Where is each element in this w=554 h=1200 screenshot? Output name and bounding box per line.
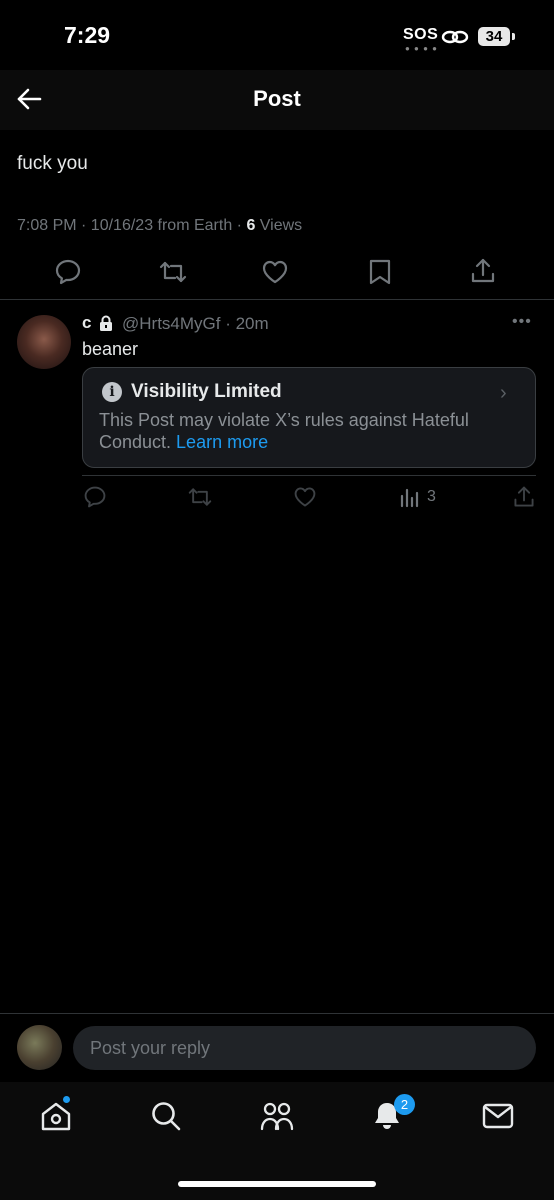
sos-indicator: SOS: [403, 26, 439, 43]
reply-avatar[interactable]: [17, 315, 71, 369]
views-icon[interactable]: [399, 484, 421, 508]
status-time: 7:29: [64, 22, 111, 48]
user-avatar[interactable]: [17, 1025, 62, 1070]
signal-dots: ● ● ● ●: [405, 44, 438, 53]
communities-icon[interactable]: [259, 1100, 295, 1132]
share-icon[interactable]: [512, 485, 536, 509]
notice-title: Visibility Limited: [131, 381, 282, 402]
chevron-right-icon: ›: [500, 382, 507, 404]
divider: [82, 475, 536, 476]
notifications-badge: 2: [394, 1094, 415, 1115]
satellite-icon: [441, 27, 469, 47]
learn-more-link[interactable]: Learn more: [176, 432, 268, 452]
reply-icon[interactable]: [83, 485, 107, 509]
home-notification-dot: [63, 1096, 70, 1103]
post-timestamp: 7:08 PM · 10/16/23 from Earth ·: [17, 217, 247, 234]
bookmark-icon[interactable]: [367, 258, 393, 286]
divider: [0, 299, 554, 300]
messages-mail-icon[interactable]: [482, 1102, 514, 1130]
search-icon[interactable]: [150, 1100, 182, 1132]
reply-author-name[interactable]: c: [82, 313, 91, 333]
lock-icon: [99, 315, 113, 331]
repost-icon[interactable]: [158, 258, 188, 286]
info-icon: i: [102, 382, 122, 402]
like-icon[interactable]: [261, 258, 289, 286]
home-indicator: [178, 1181, 376, 1187]
views-label: Views: [255, 217, 303, 234]
reply-input[interactable]: [73, 1026, 536, 1070]
battery-level: 34: [478, 27, 510, 46]
share-icon[interactable]: [469, 257, 497, 285]
post-meta: 7:08 PM · 10/16/23 from Earth · 6 Views: [17, 217, 302, 235]
page-title: Post: [253, 86, 301, 111]
reply-actions: [82, 482, 542, 512]
reply-views-count: 3: [427, 488, 436, 505]
post-actions: [0, 252, 554, 292]
more-options-icon[interactable]: •••: [512, 313, 532, 331]
battery-icon: [512, 33, 515, 40]
reply-icon[interactable]: [54, 258, 82, 286]
reply-handle-time: @Hrts4MyGf · 20m: [122, 314, 269, 333]
repost-icon[interactable]: [187, 485, 213, 509]
notice-body: This Post may violate X’s rules against …: [99, 409, 519, 453]
views-count: 6: [246, 217, 256, 234]
reply-text: beaner: [82, 339, 139, 359]
like-icon[interactable]: [293, 485, 317, 509]
notice-body-text: This Post may violate X’s rules against …: [99, 410, 469, 452]
post-text: fuck you: [17, 153, 88, 174]
home-icon[interactable]: [40, 1101, 72, 1131]
